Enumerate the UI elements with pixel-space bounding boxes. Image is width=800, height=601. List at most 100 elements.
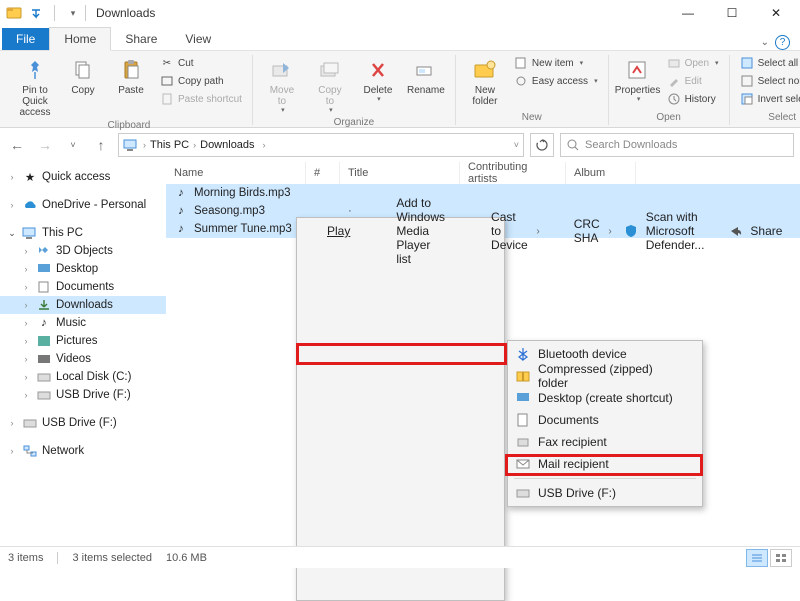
quick-access-toolbar: ▾ [6, 5, 81, 21]
context-cast[interactable]: Cast to Device› [463, 220, 546, 242]
cut-button[interactable]: ✂Cut [156, 55, 246, 71]
view-thumbnails-button[interactable] [770, 549, 792, 567]
move-to-button[interactable]: Move to▾ [259, 55, 305, 117]
context-crc[interactable]: CRC SHA› [546, 220, 618, 242]
sendto-fax[interactable]: Fax recipient [510, 431, 700, 453]
context-play[interactable]: Play [299, 220, 368, 242]
paste-button[interactable]: Paste [108, 55, 154, 98]
audio-file-icon: ♪ [174, 222, 188, 236]
address-bar-row: ← → ˅ ↑ ›This PC ›Downloads› ˅ Search Do… [0, 128, 800, 162]
delete-button[interactable]: Delete▾ [355, 55, 401, 106]
nav-music[interactable]: ›♪Music [0, 314, 166, 332]
col-header-album[interactable]: Album [566, 162, 636, 184]
address-dropdown-icon[interactable]: ˅ [514, 140, 519, 150]
context-submenu-send-to: Bluetooth device Compressed (zipped) fol… [507, 340, 703, 507]
breadcrumb[interactable]: This PC [150, 139, 189, 151]
sendto-desktop[interactable]: Desktop (create shortcut) [510, 387, 700, 409]
rename-button[interactable]: Rename [403, 55, 449, 98]
help-icon[interactable]: ? [775, 35, 790, 50]
folder-icon [36, 244, 52, 258]
qat-dropdown-icon[interactable] [28, 5, 44, 21]
search-input[interactable]: Search Downloads [560, 133, 794, 157]
easy-access-button[interactable]: Easy access▾ [510, 73, 602, 89]
close-button[interactable]: ✕ [754, 0, 798, 26]
nav-up-button[interactable]: ↑ [90, 134, 112, 156]
context-share[interactable]: Share [722, 220, 800, 242]
invert-selection-button[interactable]: Invert selection [736, 91, 800, 107]
nav-downloads[interactable]: ›Downloads [0, 296, 166, 314]
nav-local-disk[interactable]: ›Local Disk (C:) [0, 368, 166, 386]
audio-file-icon: ♪ [174, 204, 188, 218]
select-all-button[interactable]: Select all [736, 55, 800, 71]
view-details-button[interactable] [746, 549, 768, 567]
nav-3d-objects[interactable]: ›3D Objects [0, 242, 166, 260]
minimize-button[interactable]: — [666, 0, 710, 26]
usb-icon [515, 485, 531, 501]
window-controls: — ☐ ✕ [666, 0, 798, 26]
new-item-button[interactable]: New item▾ [510, 55, 602, 71]
usb-icon [36, 388, 52, 402]
context-add-wmp[interactable]: Add to Windows Media Player list [368, 220, 463, 242]
copy-path-button[interactable]: Copy path [156, 73, 246, 89]
nav-this-pc[interactable]: ⌄This PC [0, 224, 166, 242]
desktop-icon [36, 262, 52, 276]
nav-onedrive[interactable]: ›OneDrive - Personal [0, 196, 166, 214]
address-bar[interactable]: ›This PC ›Downloads› ˅ [118, 133, 524, 157]
col-header-title[interactable]: Title [340, 162, 460, 184]
copy-path-icon [160, 74, 174, 88]
tab-file[interactable]: File [2, 28, 49, 50]
delete-icon [364, 57, 392, 83]
properties-button[interactable]: Properties▾ [615, 55, 661, 106]
context-scan[interactable]: Scan with Microsoft Defender... [618, 220, 723, 242]
breadcrumb[interactable]: Downloads [200, 139, 254, 151]
pin-to-quick-access-button[interactable]: Pin to Quick access [12, 55, 58, 120]
pictures-icon [36, 334, 52, 348]
edit-button[interactable]: Edit [663, 73, 723, 89]
invert-selection-icon [740, 92, 754, 106]
sendto-mail[interactable]: Mail recipient [510, 453, 700, 475]
move-to-icon [268, 57, 296, 83]
new-folder-button[interactable]: New folder [462, 55, 508, 109]
nav-videos[interactable]: ›Videos [0, 350, 166, 368]
copy-icon [69, 57, 97, 83]
music-icon: ♪ [36, 316, 52, 330]
nav-usb-drive-child[interactable]: ›USB Drive (F:) [0, 386, 166, 404]
sendto-compressed[interactable]: Compressed (zipped) folder [510, 365, 700, 387]
copy-to-icon [316, 57, 344, 83]
documents-icon [515, 412, 531, 428]
open-icon [667, 56, 681, 70]
col-header-name[interactable]: Name [166, 162, 306, 184]
nav-quick-access[interactable]: ›★Quick access [0, 168, 166, 186]
nav-forward-button[interactable]: → [34, 134, 56, 156]
tab-view[interactable]: View [171, 28, 225, 50]
open-button[interactable]: Open▾ [663, 55, 723, 71]
qat-overflow-icon[interactable]: ▾ [65, 5, 81, 21]
videos-icon [36, 352, 52, 366]
select-none-button[interactable]: Select none [736, 73, 800, 89]
nav-pictures[interactable]: ›Pictures [0, 332, 166, 350]
nav-network[interactable]: ›Network [0, 442, 166, 460]
column-headers: Name # Title Contributing artists Album [166, 162, 800, 184]
col-header-number[interactable]: # [306, 162, 340, 184]
copy-button[interactable]: Copy [60, 55, 106, 98]
nav-desktop[interactable]: ›Desktop [0, 260, 166, 278]
refresh-button[interactable] [530, 133, 554, 157]
status-bar: 3 items 3 items selected 10.6 MB [0, 546, 800, 568]
sendto-usb[interactable]: USB Drive (F:) [510, 482, 700, 504]
file-row[interactable]: ♪Morning Birds.mp3 [166, 184, 800, 202]
maximize-button[interactable]: ☐ [710, 0, 754, 26]
tab-share[interactable]: Share [111, 28, 171, 50]
nav-back-button[interactable]: ← [6, 134, 28, 156]
col-header-artists[interactable]: Contributing artists [460, 162, 566, 184]
nav-usb-drive[interactable]: ›USB Drive (F:) [0, 414, 166, 432]
tab-home[interactable]: Home [49, 27, 111, 51]
cut-icon: ✂ [160, 56, 174, 70]
nav-documents[interactable]: ›Documents [0, 278, 166, 296]
ribbon-collapse-icon[interactable]: ⌄ [761, 37, 769, 48]
copy-to-button[interactable]: Copy to▾ [307, 55, 353, 117]
history-button[interactable]: History [663, 91, 723, 107]
sendto-documents[interactable]: Documents [510, 409, 700, 431]
share-icon [727, 223, 743, 239]
paste-shortcut-button[interactable]: Paste shortcut [156, 91, 246, 107]
nav-recent-button[interactable]: ˅ [62, 134, 84, 156]
